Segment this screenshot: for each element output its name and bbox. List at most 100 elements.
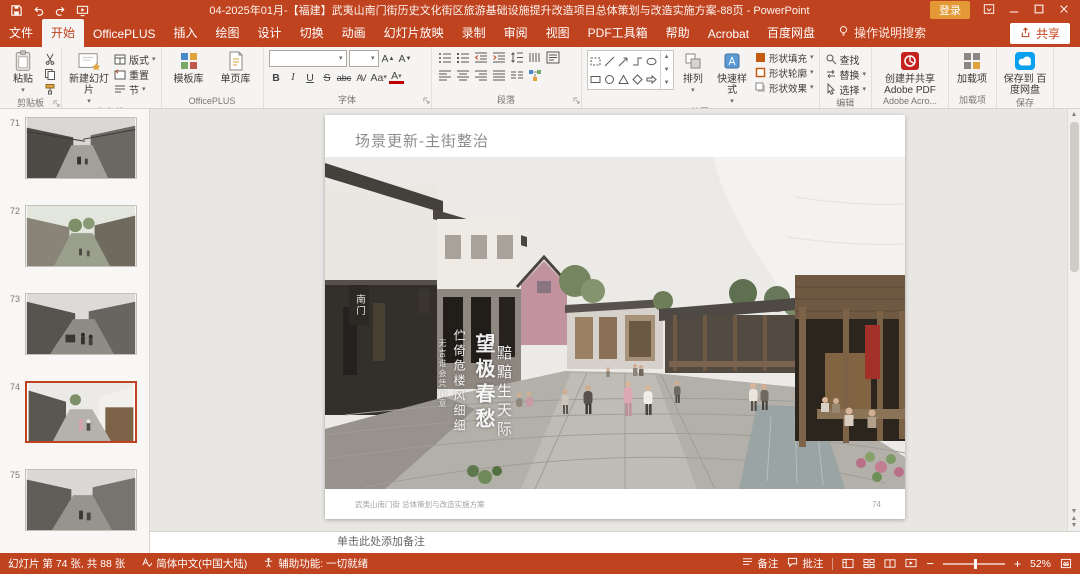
align-center-icon[interactable]: [455, 68, 471, 83]
tab-slideshow[interactable]: 幻灯片放映: [375, 19, 453, 47]
decrease-indent-icon[interactable]: [473, 50, 489, 65]
tab-pdf-tools[interactable]: PDF工具箱: [579, 19, 657, 47]
replace-button[interactable]: 替换 ▾: [825, 67, 866, 82]
save-icon[interactable]: [10, 4, 23, 17]
slide-title[interactable]: 场景更新-主街整治: [325, 115, 905, 157]
shape-effects-button[interactable]: 形状效果 ▾: [755, 81, 814, 95]
comments-toggle[interactable]: 批注: [787, 556, 823, 571]
paste-button[interactable]: 粘贴 ▾: [5, 50, 41, 94]
cut-button[interactable]: [44, 52, 56, 66]
section-button[interactable]: 节 ▾: [114, 82, 156, 97]
align-right-icon[interactable]: [473, 68, 489, 83]
zoom-in-button[interactable]: +: [1014, 557, 1021, 571]
addins-button[interactable]: 加载项: [954, 50, 990, 85]
tab-home[interactable]: 开始: [42, 19, 85, 47]
zoom-out-button[interactable]: −: [926, 556, 934, 571]
notes-pane[interactable]: 单击此处添加备注: [150, 531, 1080, 553]
find-button[interactable]: 查找: [825, 52, 867, 67]
font-size-select[interactable]: ▾: [348, 50, 379, 67]
slide-74[interactable]: 场景更新-主街整治 南门 无言谁会凭阑意 伫倚危楼风细细 望极春愁 黯黯生天际 …: [325, 115, 905, 519]
minimize-icon[interactable]: [1008, 3, 1020, 18]
shapes-gallery[interactable]: ▲ ▼ ▼: [586, 50, 674, 90]
slide-counter[interactable]: 幻灯片 第 74 张, 共 88 张: [8, 556, 125, 571]
increase-font-size-button[interactable]: A ▲: [381, 51, 396, 66]
tab-acrobat[interactable]: Acrobat: [699, 22, 758, 47]
shape-fill-button[interactable]: 形状填充 ▾: [755, 51, 814, 65]
shapes-gallery-scroll[interactable]: ▲ ▼ ▼: [659, 51, 673, 89]
columns-icon[interactable]: [509, 68, 525, 83]
single-page-library-button[interactable]: 单页库: [214, 50, 258, 85]
slideshow-view-button[interactable]: [905, 558, 917, 569]
tab-design[interactable]: 设计: [249, 19, 291, 47]
zoom-slider-knob[interactable]: [973, 558, 977, 569]
sign-in-button[interactable]: 登录: [930, 1, 970, 19]
normal-view-button[interactable]: [842, 558, 854, 569]
ribbon-display-options-icon[interactable]: [983, 3, 995, 18]
tab-view[interactable]: 视图: [537, 19, 579, 47]
tab-baidu[interactable]: 百度网盘: [758, 19, 824, 47]
notes-toggle[interactable]: 备注: [742, 556, 778, 571]
increase-indent-icon[interactable]: [491, 50, 507, 65]
tell-me-search[interactable]: 操作说明搜索: [838, 24, 926, 47]
change-case-button[interactable]: Aa ▾: [371, 70, 387, 85]
arrange-button[interactable]: 排列 ▾: [677, 50, 710, 94]
scroll-down-icon[interactable]: ▼: [1071, 508, 1078, 515]
fit-slide-to-window-button[interactable]: [1060, 558, 1072, 569]
zoom-slider[interactable]: [942, 558, 1005, 569]
font-name-select[interactable]: ▾: [268, 50, 347, 67]
dialog-launcher-icon[interactable]: [53, 99, 60, 108]
start-slideshow-icon[interactable]: [76, 4, 89, 17]
tab-record[interactable]: 录制: [453, 19, 495, 47]
bullets-icon[interactable]: [437, 50, 453, 65]
create-share-adobe-pdf-button[interactable]: 创建并共享 Adobe PDF: [877, 50, 943, 96]
convert-to-smartart-icon[interactable]: [527, 68, 543, 83]
line-spacing-icon[interactable]: [509, 50, 525, 65]
thumbnail-slide-73[interactable]: 73: [0, 293, 149, 355]
text-shadow-button[interactable]: S: [320, 70, 335, 85]
reading-view-button[interactable]: [884, 558, 896, 569]
underline-button[interactable]: U: [303, 70, 318, 85]
format-painter-button[interactable]: [44, 82, 56, 96]
dialog-launcher-icon[interactable]: [422, 96, 430, 106]
shape-outline-button[interactable]: 形状轮廓 ▾: [755, 66, 814, 80]
tab-officeplus[interactable]: OfficePLUS: [84, 22, 164, 47]
previous-slide-icon[interactable]: ▲: [1071, 515, 1078, 522]
scroll-up-icon[interactable]: ▲: [1071, 111, 1078, 118]
next-slide-icon[interactable]: ▼: [1071, 522, 1078, 529]
new-slide-button[interactable]: 新建幻灯片 ▾: [67, 50, 111, 105]
font-color-button[interactable]: A ▾: [388, 70, 404, 84]
tab-transitions[interactable]: 切换: [291, 19, 333, 47]
tab-help[interactable]: 帮助: [657, 19, 699, 47]
thumbnail-slide-71[interactable]: 71: [0, 117, 149, 179]
tab-insert[interactable]: 插入: [165, 19, 207, 47]
reset-button[interactable]: 重置: [114, 67, 156, 82]
scrollbar-thumb[interactable]: [1069, 122, 1079, 272]
italic-button[interactable]: I: [286, 70, 301, 85]
character-spacing-button[interactable]: AV: [354, 70, 369, 85]
bold-button[interactable]: B: [269, 70, 284, 85]
strikethrough-button[interactable]: abc: [337, 70, 352, 85]
align-text-icon[interactable]: [545, 50, 561, 65]
accessibility-status[interactable]: 辅助功能: 一切就绪: [263, 556, 368, 571]
quick-styles-button[interactable]: 快速样式 ▾: [712, 50, 752, 105]
align-left-icon[interactable]: [437, 68, 453, 83]
slide-main-image[interactable]: 南门 无言谁会凭阑意 伫倚危楼风细细 望极春愁 黯黯生天际: [325, 157, 905, 489]
close-icon[interactable]: [1058, 3, 1070, 18]
language-indicator[interactable]: 简体中文(中国大陆): [141, 556, 247, 571]
maximize-icon[interactable]: [1033, 3, 1045, 18]
select-button[interactable]: 选择 ▾: [825, 82, 866, 97]
zoom-level[interactable]: 52%: [1030, 558, 1051, 570]
redo-icon[interactable]: [54, 4, 67, 17]
share-button[interactable]: 共享: [1009, 23, 1070, 44]
layout-button[interactable]: 版式 ▾: [114, 52, 156, 67]
slide-canvas[interactable]: 场景更新-主街整治 南门 无言谁会凭阑意 伫倚危楼风细细 望极春愁 黯黯生天际 …: [150, 109, 1080, 531]
thumbnail-slide-72[interactable]: 72: [0, 205, 149, 267]
template-library-button[interactable]: 模板库: [167, 50, 211, 85]
text-direction-icon[interactable]: [527, 50, 543, 65]
decrease-font-size-button[interactable]: A ▼: [398, 51, 413, 66]
thumbnail-slide-74-selected[interactable]: 74: [0, 381, 149, 443]
dialog-launcher-icon[interactable]: [572, 96, 580, 106]
numbering-icon[interactable]: [455, 50, 471, 65]
tab-animations[interactable]: 动画: [333, 19, 375, 47]
vertical-scrollbar[interactable]: ▲ ▼ ▲ ▼: [1067, 109, 1080, 531]
